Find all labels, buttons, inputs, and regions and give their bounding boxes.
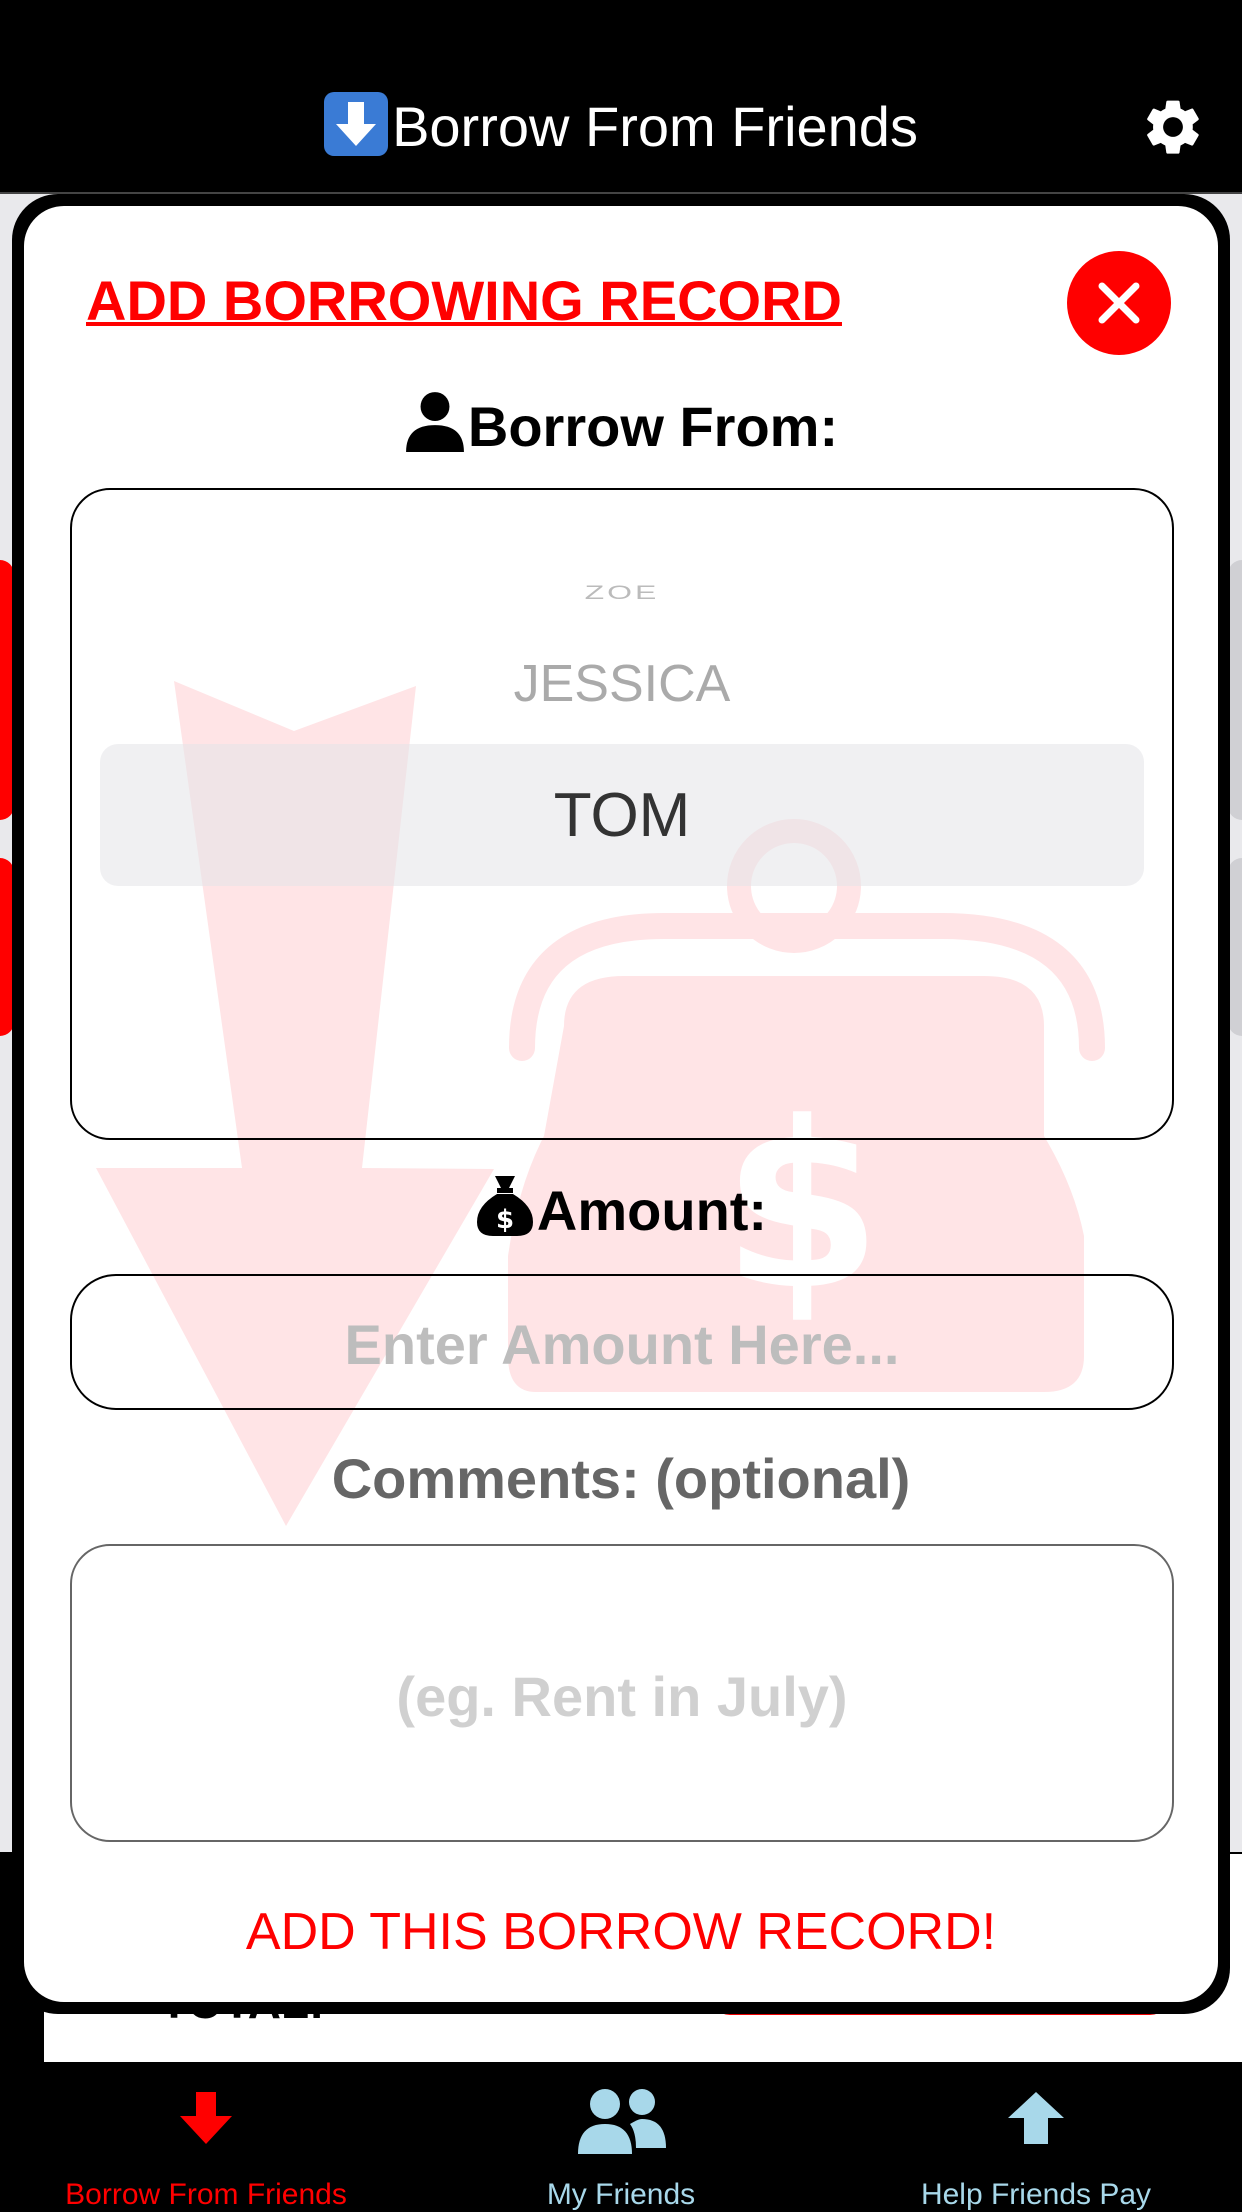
amount-placeholder: Enter Amount Here... bbox=[344, 1313, 900, 1376]
user-icon bbox=[405, 392, 464, 452]
tab-help-friends-pay[interactable]: Help Friends Pay bbox=[830, 2062, 1242, 2211]
close-button[interactable] bbox=[1067, 251, 1171, 355]
arrow-up-icon bbox=[1008, 2092, 1064, 2144]
comments-placeholder: (eg. Rent in July) bbox=[396, 1665, 848, 1728]
amount-input[interactable]: Enter Amount Here... bbox=[70, 1274, 1174, 1410]
tab-bar: Borrow From Friends My Friends Help Frie… bbox=[0, 2062, 1242, 2211]
add-borrow-record-button[interactable]: ADD THIS BORROW RECORD! bbox=[24, 1902, 1218, 1962]
svg-text:$: $ bbox=[496, 1205, 514, 1235]
money-bag-icon: $ bbox=[476, 1176, 533, 1236]
tab-label: Borrow From Friends bbox=[65, 2178, 347, 2211]
tab-borrow-from-friends[interactable]: Borrow From Friends bbox=[0, 2062, 412, 2211]
borrow-from-text: Borrow From: bbox=[467, 395, 839, 458]
page-title-text: Borrow From Friends bbox=[392, 95, 918, 158]
modal-title: ADD BORROWING RECORD bbox=[86, 269, 842, 332]
gear-icon[interactable] bbox=[1140, 94, 1206, 160]
close-icon bbox=[1098, 282, 1140, 324]
picker-option-selected[interactable]: TOM bbox=[72, 780, 1172, 851]
background-grey-tab bbox=[1228, 858, 1242, 1036]
friend-picker[interactable]: ZOE JESSICA TOM bbox=[70, 488, 1174, 1140]
picker-option[interactable]: JESSICA bbox=[72, 654, 1172, 714]
app-header: Borrow From Friends bbox=[0, 0, 1242, 194]
arrow-down-icon bbox=[180, 2092, 232, 2144]
tab-my-friends[interactable]: My Friends bbox=[412, 2062, 830, 2211]
amount-label: $ Amount: bbox=[24, 1174, 1218, 1243]
tab-label: Help Friends Pay bbox=[920, 2178, 1152, 2211]
people-icon bbox=[578, 2089, 666, 2154]
amount-text: Amount: bbox=[536, 1179, 768, 1242]
comments-input[interactable]: (eg. Rent in July) bbox=[70, 1544, 1174, 1842]
down-arrow-emoji-icon bbox=[324, 92, 389, 156]
picker-option[interactable]: ZOE bbox=[72, 581, 1172, 603]
comments-label: Comments: (optional) bbox=[331, 1447, 911, 1510]
borrow-from-label: Borrow From: bbox=[24, 390, 1218, 459]
page-title: Borrow From Friends bbox=[0, 92, 1242, 159]
background-grey-tab bbox=[1228, 560, 1242, 820]
tab-label: My Friends bbox=[546, 2178, 696, 2211]
add-borrow-modal: $ ADD BORROWING RECORD Borrow From: ZOE … bbox=[24, 206, 1218, 2002]
